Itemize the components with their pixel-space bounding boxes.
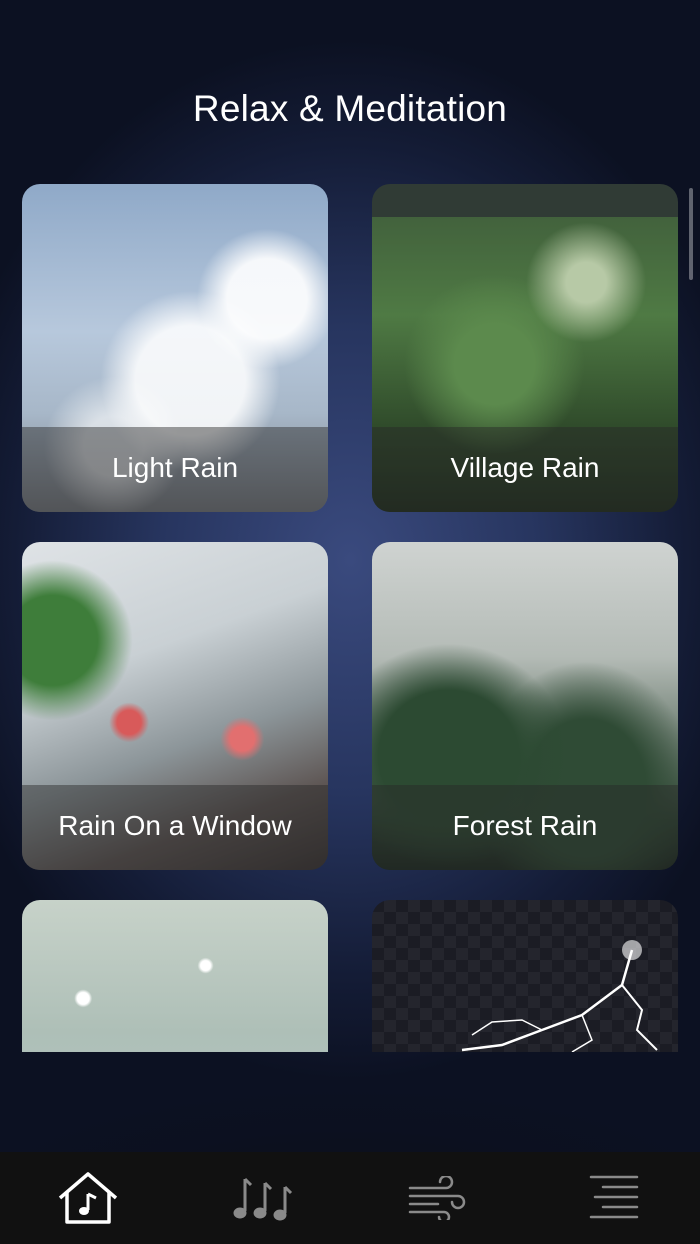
tab-menu[interactable] <box>573 1163 653 1233</box>
sound-card-thunder[interactable] <box>372 900 678 1052</box>
sound-card-forest-rain[interactable]: Forest Rain <box>372 542 678 870</box>
lightning-icon <box>461 940 658 1052</box>
menu-lines-icon <box>589 1175 638 1219</box>
bottom-tab-bar <box>0 1152 700 1244</box>
sound-card-label: Light Rain <box>111 452 239 483</box>
sound-card-label: Forest Rain <box>452 810 598 841</box>
wind-icon <box>408 1176 465 1220</box>
home-music-icon <box>58 1172 117 1224</box>
bottom-fade <box>0 1052 700 1152</box>
sound-card-light-rain[interactable]: Light Rain <box>22 184 328 512</box>
sound-card-label: Village Rain <box>450 452 600 483</box>
page-title: Relax & Meditation <box>192 88 508 129</box>
tab-music[interactable] <box>223 1163 303 1233</box>
sound-card-village-rain[interactable]: Village Rain <box>372 184 678 512</box>
sound-card-rain-on-a-window[interactable]: Rain On a Window <box>22 542 328 870</box>
sound-grid: Light Rain Village Rain Rain On a Window… <box>0 184 700 1052</box>
scrollbar[interactable] <box>689 188 693 280</box>
tab-ambience[interactable] <box>398 1163 478 1233</box>
sound-card-heavy-rain[interactable] <box>22 900 328 1052</box>
music-notes-icon <box>233 1177 292 1221</box>
sound-card-label: Rain On a Window <box>58 810 292 841</box>
tab-home[interactable] <box>48 1163 128 1233</box>
